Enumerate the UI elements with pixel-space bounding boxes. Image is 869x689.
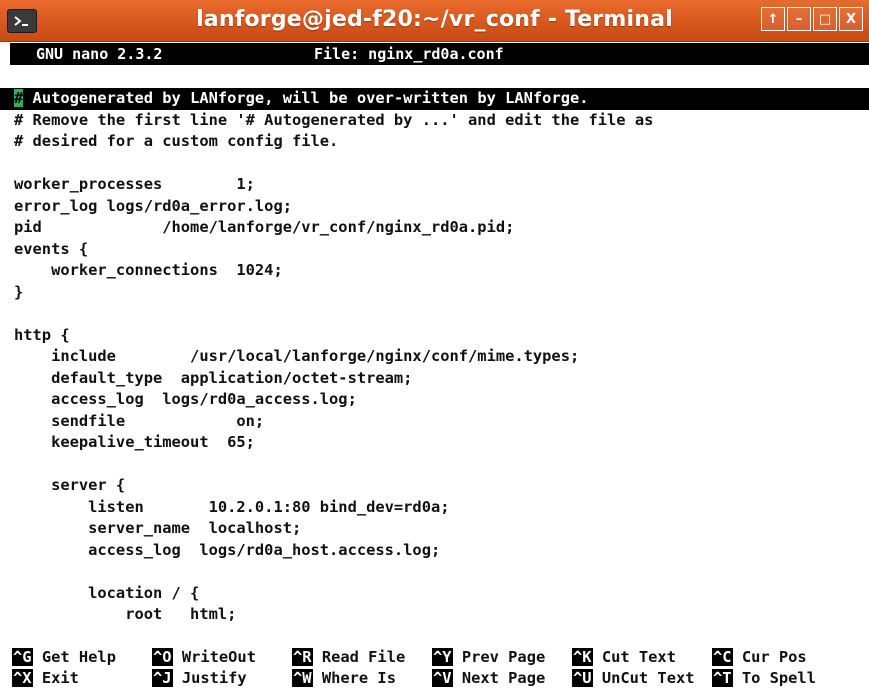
shortcut-justify[interactable]: ^J Justify [152,668,247,688]
editor-line[interactable]: keepalive_timeout 65; [14,432,869,454]
shortcut-label: Cut Text [601,648,676,666]
shortcut-label: Justify [181,669,247,687]
editor-line[interactable] [14,153,869,175]
editor-line[interactable]: server { [14,475,869,497]
nano-version: GNU nano 2.3.2 [36,45,163,63]
editor-text-area[interactable]: # Autogenerated by LANforge, will be ove… [0,88,869,626]
shortcut-cur-pos[interactable]: ^C Cur Pos [712,647,807,667]
terminal-left-margin [0,43,10,687]
editor-line[interactable]: listen 10.2.0.1:80 bind_dev=rd0a; [14,497,869,519]
editor-line[interactable]: worker_connections 1024; [14,260,869,282]
editor-line[interactable]: default_type application/octet-stream; [14,368,869,390]
shortcut-label: Read File [321,648,406,666]
shortcut-key: ^C [712,648,733,666]
shortcut-exit[interactable]: ^X Exit [12,668,79,688]
text-cursor: # [14,89,24,107]
shortcut-label: Cur Pos [741,648,807,666]
shortcut-get-help[interactable]: ^G Get Help [12,647,116,667]
editor-line[interactable]: # Remove the first line '# Autogenerated… [14,110,869,132]
shortcut-key: ^W [292,669,313,687]
shortcut-label: To Spell [741,669,816,687]
shortcut-cut-text[interactable]: ^K Cut Text [572,647,676,667]
shortcut-key: ^Y [432,648,453,666]
editor-line-text: Autogenerated by LANforge, will be over-… [23,89,589,107]
shortcut-label: Next Page [461,669,546,687]
editor-line[interactable]: # desired for a custom config file. [14,131,869,153]
shortcut-where-is[interactable]: ^W Where Is [292,668,396,688]
shortcut-label: Get Help [41,648,116,666]
editor-line[interactable]: root html; [14,604,869,626]
maximize-button[interactable]: □ [813,7,837,31]
editor-line[interactable]: include /usr/local/lanforge/nginx/conf/m… [14,346,869,368]
editor-line[interactable]: access_log logs/rd0a_access.log; [14,389,869,411]
window-controls: ↑ – □ X [761,7,863,31]
editor-line[interactable]: } [14,282,869,304]
always-on-top-button[interactable]: ↑ [761,7,785,31]
shortcut-label: WriteOut [181,648,256,666]
nano-header-bar: GNU nano 2.3.2 File: nginx_rd0a.conf [10,43,869,65]
editor-line[interactable]: error_log logs/rd0a_error.log; [14,196,869,218]
nano-shortcut-bar: ^G Get Help ^O WriteOut ^R Read File ^Y … [0,647,869,687]
shortcut-writeout[interactable]: ^O WriteOut [152,647,256,667]
shortcut-label: Where Is [321,669,396,687]
minimize-button[interactable]: – [787,7,811,31]
shortcut-key: ^V [432,669,453,687]
editor-line[interactable]: server_name localhost; [14,518,869,540]
shortcut-label: Exit [41,669,79,687]
shortcut-key: ^T [712,669,733,687]
nano-file-label: File: nginx_rd0a.conf [314,45,504,63]
editor-line[interactable]: pid /home/lanforge/vr_conf/nginx_rd0a.pi… [14,217,869,239]
editor-line[interactable]: http { [14,325,869,347]
shortcut-key: ^U [572,669,593,687]
editor-line[interactable] [14,454,869,476]
shortcut-key: ^J [152,669,173,687]
editor-lines[interactable]: # Remove the first line '# Autogenerated… [14,110,869,626]
shortcut-key: ^O [152,648,173,666]
close-button[interactable]: X [839,7,863,31]
shortcut-prev-page[interactable]: ^Y Prev Page [432,647,545,667]
shortcut-label: UnCut Text [601,669,695,687]
shortcut-next-page[interactable]: ^V Next Page [432,668,545,688]
shortcut-key: ^X [12,669,33,687]
shortcut-uncut-text[interactable]: ^U UnCut Text [572,668,695,688]
window-title: lanforge@jed-f20:~/vr_conf - Terminal [196,7,673,32]
editor-line[interactable]: worker_processes 1; [14,174,869,196]
window-title-bar[interactable]: lanforge@jed-f20:~/vr_conf - Terminal ↑ … [0,0,869,42]
shortcut-key: ^K [572,648,593,666]
shortcut-label: Prev Page [461,648,546,666]
editor-line[interactable] [14,561,869,583]
shortcut-to-spell[interactable]: ^T To Spell [712,668,816,688]
shortcut-read-file[interactable]: ^R Read File [292,647,405,667]
shortcut-key: ^G [12,648,33,666]
editor-line[interactable]: sendfile on; [14,411,869,433]
editor-line-highlighted[interactable]: # Autogenerated by LANforge, will be ove… [0,88,869,110]
editor-line[interactable] [14,303,869,325]
shortcut-key: ^R [292,648,313,666]
editor-line[interactable]: location / { [14,583,869,605]
editor-line[interactable]: events { [14,239,869,261]
editor-line[interactable]: access_log logs/rd0a_host.access.log; [14,540,869,562]
